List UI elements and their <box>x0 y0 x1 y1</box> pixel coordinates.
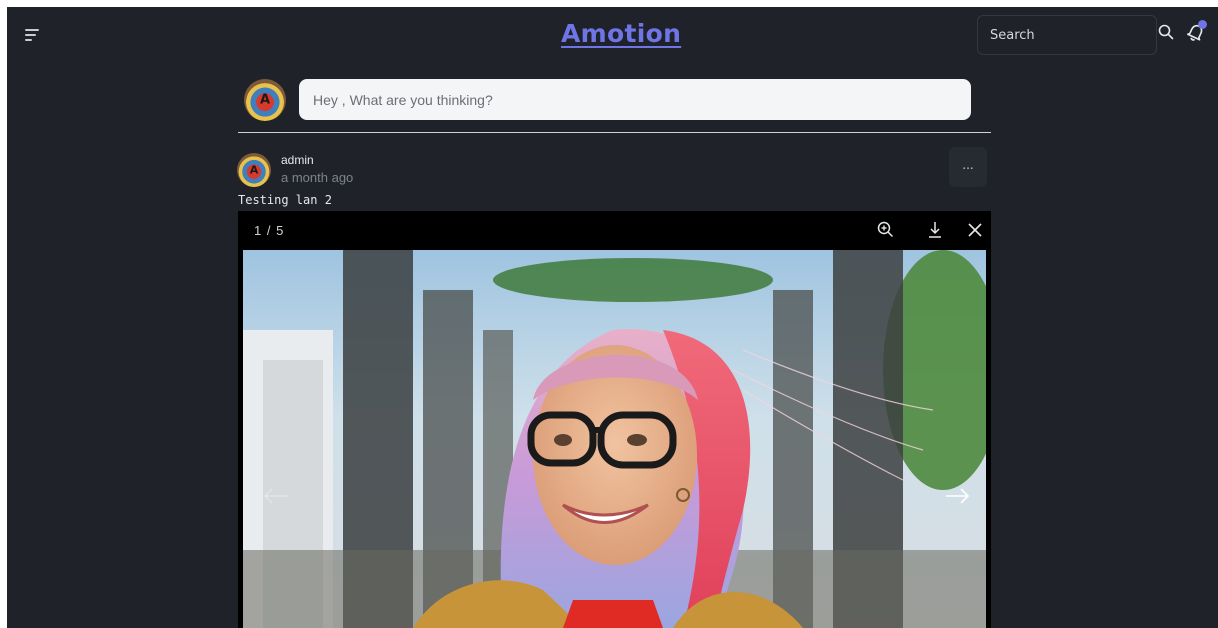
app-window: Amotion A A admin a month ago ... Testin… <box>7 7 1218 628</box>
avatar[interactable]: A <box>244 79 286 121</box>
divider <box>238 132 991 133</box>
post-author[interactable]: admin <box>281 153 314 167</box>
download-icon[interactable] <box>924 219 946 241</box>
top-bar: Amotion <box>7 7 1218 69</box>
image-counter: 1 / 5 <box>254 223 285 238</box>
post-avatar[interactable]: A <box>237 153 271 187</box>
avatar-letter: A <box>249 163 259 177</box>
arrow-left-icon[interactable] <box>262 486 290 506</box>
close-icon[interactable] <box>964 219 986 241</box>
notification-badge <box>1198 20 1207 29</box>
more-options-button[interactable]: ... <box>949 147 987 187</box>
avatar-letter: A <box>259 92 271 108</box>
post-header: A admin a month ago ... <box>237 147 992 189</box>
zoom-in-icon[interactable] <box>875 219 897 241</box>
search-icon[interactable] <box>1157 23 1175 41</box>
image-lightbox: 1 / 5 <box>238 211 991 628</box>
post-timestamp: a month ago <box>281 170 354 185</box>
post-composer: A <box>242 77 977 123</box>
composer-input[interactable] <box>299 79 971 120</box>
lightbox-image <box>243 250 986 628</box>
menu-icon[interactable] <box>25 29 41 43</box>
post-text: Testing lan 2 <box>238 193 332 207</box>
arrow-right-icon[interactable] <box>944 486 972 506</box>
search-input[interactable] <box>977 15 1157 55</box>
brand-logo[interactable]: Amotion <box>561 19 681 48</box>
